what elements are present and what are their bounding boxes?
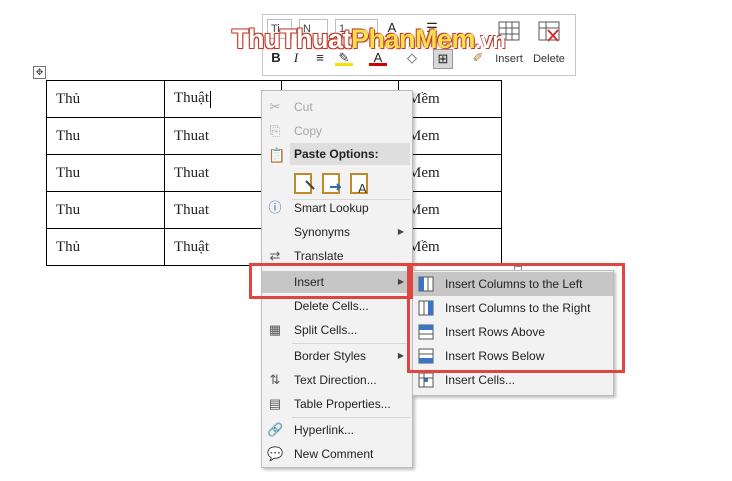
menu-item-label: New Comment: [294, 447, 374, 461]
svg-text:A: A: [358, 181, 367, 195]
menu-item-label: Table Properties...: [294, 397, 391, 411]
table-move-handle[interactable]: ✥: [33, 66, 46, 79]
chevron-right-icon: ▶: [397, 351, 404, 360]
table-cell[interactable]: Thủ: [46, 80, 165, 118]
cell-text: Thuật: [174, 90, 209, 107]
menu-item-label: Translate: [294, 249, 344, 263]
menu-item-label: Hyperlink...: [294, 423, 355, 437]
delete-label: Delete: [533, 53, 565, 65]
submenu-insert-columns-left[interactable]: Insert Columns to the Left: [413, 272, 613, 296]
menu-item-label: Cut: [294, 100, 313, 114]
submenu-item-label: Insert Rows Below: [445, 349, 545, 363]
table-cell[interactable]: Thủ: [46, 228, 165, 266]
menu-item-text-direction[interactable]: ⇅ Text Direction...: [262, 369, 412, 391]
watermark-text: PhanMem: [350, 24, 476, 54]
table-cell[interactable]: Mềm: [398, 228, 502, 266]
menu-item-delete-cells[interactable]: Delete Cells...: [262, 295, 412, 317]
menu-item-border-styles[interactable]: Border Styles ▶: [262, 345, 412, 367]
table-cell[interactable]: Mềm: [398, 80, 502, 118]
insert-column-left-icon: [418, 276, 434, 292]
insert-cells-icon: [418, 372, 434, 388]
translate-icon: ⇄: [269, 248, 281, 263]
submenu-item-label: Insert Columns to the Right: [445, 301, 591, 315]
menu-item-synonyms[interactable]: Synonyms ▶: [262, 221, 412, 243]
menu-item-label: Split Cells...: [294, 323, 358, 337]
submenu-insert-rows-above[interactable]: Insert Rows Above: [413, 320, 613, 344]
menu-item-insert[interactable]: Insert ▶: [262, 271, 412, 293]
chevron-right-icon: ▶: [397, 277, 404, 286]
context-menu: ✂ Cut ⎘ Copy 📋 Paste Options: A ⓘ Smart …: [261, 90, 413, 468]
comment-icon: 💬: [267, 446, 284, 461]
scissors-icon: ✂: [269, 99, 281, 114]
insert-row-above-icon: [418, 324, 434, 340]
menu-item-hyperlink[interactable]: 🔗 Hyperlink...: [262, 419, 412, 441]
paste-options-header: Paste Options:: [290, 143, 410, 165]
insert-submenu: Insert Columns to the Left Insert Column…: [412, 270, 614, 396]
site-watermark-logo: ThuThuatPhanMem.vn: [232, 24, 506, 55]
copy-icon: ⎘: [269, 123, 281, 138]
menu-item-table-properties[interactable]: ▤ Table Properties...: [262, 393, 412, 415]
table-cell[interactable]: Thu: [46, 191, 165, 229]
submenu-insert-cells[interactable]: Insert Cells...: [413, 368, 613, 392]
text-direction-icon: ⇅: [269, 372, 281, 387]
paste-text-only-icon[interactable]: A: [348, 171, 372, 196]
split-cells-icon: ▦: [268, 322, 282, 337]
paste-merge-formatting-icon[interactable]: [320, 171, 344, 195]
table-cell[interactable]: Thu: [46, 117, 165, 155]
menu-item-new-comment[interactable]: 💬 New Comment: [262, 443, 412, 465]
table-cell[interactable]: Thu: [46, 154, 165, 192]
submenu-item-label: Insert Cells...: [445, 373, 516, 387]
clipboard-icon: 📋: [268, 147, 286, 163]
table-delete-icon: [538, 21, 560, 42]
menu-item-label: Synonyms: [294, 225, 351, 239]
submenu-item-label: Insert Rows Above: [445, 325, 546, 339]
menu-item-label: Border Styles: [294, 349, 367, 363]
watermark-text: Thu: [232, 24, 280, 54]
menu-item-smart-lookup[interactable]: ⓘ Smart Lookup: [262, 197, 412, 219]
table-cell[interactable]: Mem: [398, 191, 502, 229]
insert-column-right-icon: [418, 300, 434, 316]
menu-item-label: Text Direction...: [294, 373, 377, 387]
table-cell[interactable]: Mem: [398, 154, 502, 192]
menu-item-label: Insert: [294, 275, 325, 289]
text-cursor: [210, 90, 211, 108]
insert-row-below-icon: [418, 348, 434, 364]
link-icon: 🔗: [267, 422, 284, 437]
lookup-icon: ⓘ: [268, 200, 282, 215]
paste-keep-formatting-icon[interactable]: [292, 171, 316, 195]
menu-item-split-cells[interactable]: ▦ Split Cells...: [262, 319, 412, 341]
menu-item-translate[interactable]: ⇄ Translate: [262, 245, 412, 267]
submenu-insert-columns-right[interactable]: Insert Columns to the Right: [413, 296, 613, 320]
menu-item-label: Delete Cells...: [294, 299, 369, 313]
table-properties-icon: ▤: [268, 396, 282, 411]
submenu-insert-rows-below[interactable]: Insert Rows Below: [413, 344, 613, 368]
menu-item-cut[interactable]: ✂ Cut: [262, 96, 412, 118]
chevron-right-icon: ▶: [397, 227, 404, 236]
watermark-text: .vn: [475, 28, 506, 53]
watermark-text: Thuat: [279, 24, 352, 54]
delete-table-button[interactable]: Delete: [531, 19, 567, 69]
menu-item-copy[interactable]: ⎘ Copy: [262, 120, 412, 142]
table-cell[interactable]: Mem: [398, 117, 502, 155]
menu-item-label: Smart Lookup: [294, 201, 369, 215]
submenu-item-label: Insert Columns to the Left: [445, 277, 583, 291]
menu-item-label: Copy: [294, 124, 323, 138]
